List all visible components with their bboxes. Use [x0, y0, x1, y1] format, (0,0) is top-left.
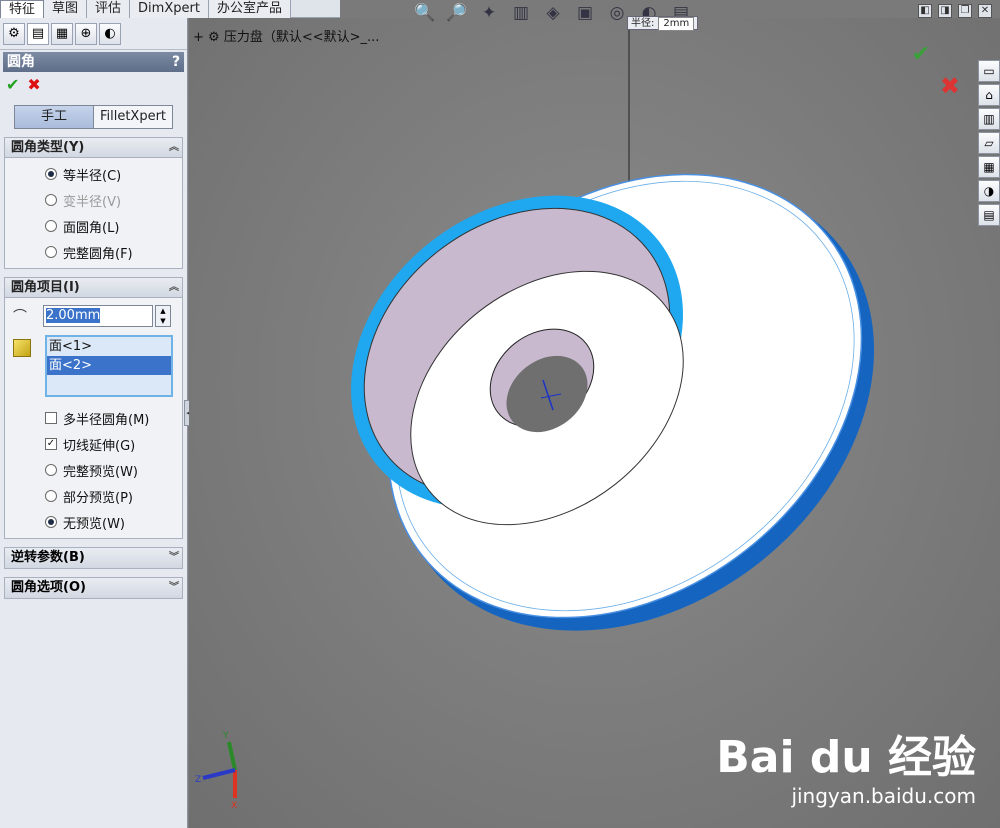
radius-spinner[interactable]: ▲ ▼ — [155, 305, 171, 327]
command-tabs: 特征 草图 评估 DimXpert 办公室产品 — [0, 0, 340, 18]
panel-title-bar: 圆角 ? — [3, 52, 184, 72]
axis-z-label: Z — [195, 775, 201, 785]
expand-down-icon[interactable]: ︾ — [166, 578, 182, 598]
radio-full-round-fillet[interactable]: 完整圆角(F) — [5, 239, 182, 265]
configuration-manager-icon[interactable]: ▦ — [51, 22, 73, 45]
fillet-items-group: 圆角项目(I) ︽ ⌒ 2.00mm ▲ ▼ 面<1> 面<2> 多半径圆角(M) — [4, 277, 183, 539]
reverse-parameters-header[interactable]: 逆转参数(B) ︾ — [4, 547, 183, 569]
ok-cancel-row: ✔ ✖ — [0, 72, 187, 96]
radius-input[interactable]: 2.00mm — [43, 305, 153, 327]
coordinate-triad: Y Z X — [195, 731, 237, 808]
checkbox-icon[interactable] — [45, 412, 57, 424]
tab-dimxpert[interactable]: DimXpert — [130, 0, 209, 18]
axis-y-label: Y — [222, 731, 229, 741]
graphics-viewport[interactable]: 🔍 🔎 ✦ ▥ ◈ ▣ ◎ ◐ ▤ ◧ ◨ ❐ ✕ + ⚙ 压力盘（默认<<默认… — [189, 3, 1000, 828]
radio-no-preview[interactable]: 无预览(W) — [5, 509, 182, 535]
faces-row: 面<1> 面<2> — [5, 335, 182, 397]
tab-evaluate[interactable]: 评估 — [87, 0, 131, 18]
svg-text:+: + — [799, 370, 808, 383]
fillet-options-header[interactable]: 圆角选项(O) ︾ — [4, 577, 183, 599]
close-icon[interactable]: ✕ — [978, 4, 992, 18]
fillet-type-group: 圆角类型(Y) ︽ 等半径(C) 变半径(V) 面圆角(L) 完整圆角(F) — [4, 137, 183, 269]
panel-icon-tabs: ⚙ ▤ ▦ ⊕ ◐ — [0, 18, 187, 50]
radio-icon[interactable] — [45, 220, 57, 232]
radio-icon — [45, 194, 57, 206]
fillet-items-header[interactable]: 圆角项目(I) ︽ — [5, 278, 182, 298]
manual-mode-button[interactable]: 手工 — [15, 106, 94, 128]
radio-icon[interactable] — [45, 168, 57, 180]
face-selection-icon — [13, 339, 31, 357]
checkbox-tangent-propagation[interactable]: ✓ 切线延伸(G) — [5, 431, 182, 457]
radio-face-fillet[interactable]: 面圆角(L) — [5, 213, 182, 239]
radio-icon[interactable] — [45, 490, 57, 502]
property-manager: ⚙ ▤ ▦ ⊕ ◐ 圆角 ? ✔ ✖ 手工 FilletXpert 圆角类型(Y… — [0, 18, 188, 828]
tile-left-icon[interactable]: ◧ — [918, 4, 932, 18]
baidu-watermark: Bai du 经验 jingyan.baidu.com — [716, 732, 976, 809]
mode-switch: 手工 FilletXpert — [14, 105, 173, 129]
tile-right-icon[interactable]: ◨ — [938, 4, 952, 18]
axis-x-label: X — [231, 801, 237, 808]
window-controls: ◧ ◨ ❐ ✕ — [918, 4, 992, 18]
panel-title: 圆角 — [7, 54, 35, 70]
part-model[interactable]: + — [189, 18, 1000, 828]
radio-partial-preview[interactable]: 部分预览(P) — [5, 483, 182, 509]
appearance-manager-icon[interactable]: ◐ — [99, 22, 121, 45]
radius-dimension-callout[interactable]: 半径: 2mm — [627, 16, 699, 31]
collapse-up-icon[interactable]: ︽ — [166, 138, 182, 157]
list-item[interactable]: 面<1> — [47, 337, 171, 356]
collapse-up-icon[interactable]: ︽ — [166, 278, 182, 297]
radius-icon: ⌒ — [13, 309, 27, 325]
checkbox-multi-radius[interactable]: 多半径圆角(M) — [5, 405, 182, 431]
ok-button[interactable]: ✔ — [6, 75, 19, 94]
radio-icon[interactable] — [45, 464, 57, 476]
property-manager-icon[interactable]: ▤ — [27, 22, 49, 45]
feature-manager-icon[interactable]: ⚙ — [3, 22, 25, 45]
watermark-url: jingyan.baidu.com — [791, 784, 976, 808]
tab-sketch[interactable]: 草图 — [44, 0, 88, 18]
radio-full-preview[interactable]: 完整预览(W) — [5, 457, 182, 483]
list-item[interactable]: 面<2> — [47, 356, 171, 375]
fillet-type-header[interactable]: 圆角类型(Y) ︽ — [5, 138, 182, 158]
radio-constant-radius[interactable]: 等半径(C) — [5, 161, 182, 187]
radio-icon[interactable] — [45, 516, 57, 528]
radio-variable-radius: 变半径(V) — [5, 187, 182, 213]
watermark-logo: Bai du 经验 — [716, 732, 976, 783]
dimxpert-manager-icon[interactable]: ⊕ — [75, 22, 97, 45]
filletxpert-mode-button[interactable]: FilletXpert — [94, 106, 172, 128]
cancel-button[interactable]: ✖ — [27, 75, 40, 94]
help-icon[interactable]: ? — [168, 52, 184, 72]
faces-list[interactable]: 面<1> 面<2> — [45, 335, 173, 397]
expand-down-icon[interactable]: ︾ — [166, 548, 182, 568]
tab-office-products[interactable]: 办公室产品 — [208, 0, 291, 18]
checkbox-icon[interactable]: ✓ — [45, 438, 57, 450]
tab-features[interactable]: 特征 — [0, 0, 45, 18]
restore-icon[interactable]: ❐ — [958, 4, 972, 18]
radio-icon[interactable] — [45, 246, 57, 258]
radius-row: ⌒ 2.00mm ▲ ▼ — [5, 301, 182, 331]
